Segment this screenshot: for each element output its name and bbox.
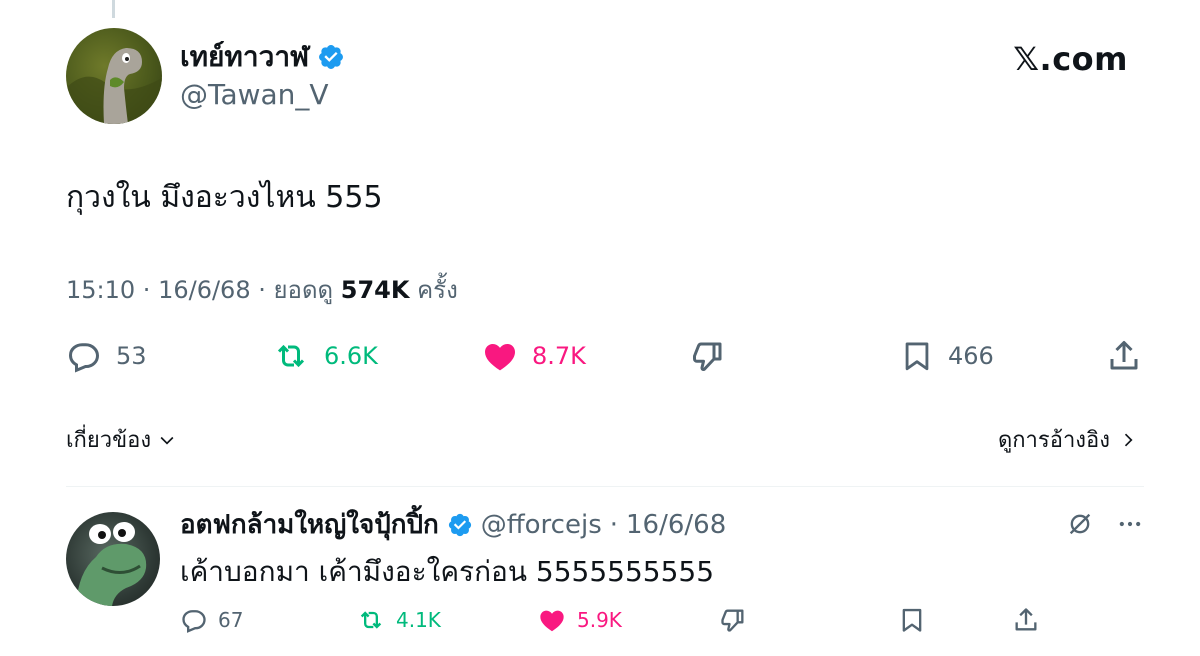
repost-count: 6.6K: [324, 342, 378, 370]
reply-repost-count: 4.1K: [396, 608, 441, 632]
reply-icon: [68, 343, 100, 373]
bookmark-icon: [902, 608, 922, 632]
thumbs-down-icon: [693, 342, 722, 371]
reply-author-name[interactable]: อตฟกล้ามใหญ่ใจปุ้กปิ้ก: [180, 507, 439, 543]
repost-button[interactable]: 6.6K: [272, 338, 378, 374]
tweet-meta: 15:10 · 16/6/68 · ยอดดู 574K ครั้ง: [66, 276, 458, 304]
reply-date[interactable]: 16/6/68: [626, 507, 726, 543]
downvote-button[interactable]: [690, 338, 726, 374]
chevron-right-icon: [1124, 433, 1133, 446]
verified-badge-icon: [319, 45, 344, 69]
reply-author-avatar[interactable]: [66, 512, 160, 606]
tweet-date[interactable]: 16/6/68: [158, 276, 251, 304]
reply-author-handle[interactable]: @fforcejs: [481, 507, 602, 543]
thumbs-down-icon: [721, 609, 744, 632]
share-button[interactable]: [1106, 338, 1142, 374]
views-suffix: ครั้ง: [417, 276, 458, 304]
reply-icon: [182, 610, 206, 633]
related-label: เกี่ยวข้อง: [66, 428, 152, 453]
repost-icon: [277, 344, 305, 368]
x-brand-logo: 𝕏.com: [1013, 40, 1128, 78]
thread-connector-line: [112, 0, 115, 18]
heart-filled-icon: [485, 344, 515, 371]
dinosaur-avatar-image: [66, 48, 162, 124]
grok-icon[interactable]: [1066, 510, 1094, 538]
author-display-name[interactable]: เทย์ทาวาฬ: [180, 40, 309, 74]
related-dropdown[interactable]: เกี่ยวข้อง: [66, 422, 177, 457]
reply-bookmark-button[interactable]: [898, 606, 926, 634]
bookmark-button[interactable]: 466: [900, 338, 994, 374]
chevron-down-icon: [160, 436, 174, 445]
see-quotes-link[interactable]: ดูการอ้างอิง: [998, 422, 1138, 457]
views-count: 574K: [340, 276, 410, 304]
like-count: 8.7K: [532, 342, 586, 370]
repost-icon: [360, 611, 382, 629]
author-name-row: เทย์ทาวาฬ: [180, 40, 345, 74]
like-button[interactable]: 8.7K: [482, 338, 586, 374]
share-icon: [1110, 341, 1138, 370]
reply-reply-button[interactable]: 67: [180, 606, 243, 634]
reply-text: เค้าบอกมา เค้ามึงอะใครก่อน 5555555555: [180, 555, 715, 588]
tweet-text: กุวงใน มึงอะวงไหน 555: [66, 180, 383, 215]
reply-tools: [1066, 510, 1144, 538]
author-handle[interactable]: @Tawan_V: [180, 78, 329, 112]
reply-share-button[interactable]: [1012, 606, 1040, 634]
section-divider: [66, 486, 1144, 487]
bookmark-icon: [905, 342, 929, 371]
reply-button[interactable]: 53: [66, 338, 147, 374]
see-quotes-label: ดูการอ้างอิง: [997, 428, 1110, 453]
reply-repost-button[interactable]: 4.1K: [356, 606, 441, 634]
reply-count: 53: [116, 342, 147, 370]
reply-like-count: 5.9K: [577, 608, 622, 632]
reply-reply-count: 67: [218, 608, 244, 632]
author-avatar[interactable]: [66, 28, 162, 124]
share-icon: [1015, 608, 1037, 631]
reply-header: อตฟกล้ามใหญ่ใจปุ้กปิ้ก @fforcejs · 16/6/…: [180, 507, 726, 543]
reply-downvote-button[interactable]: [718, 606, 748, 634]
tweet-time[interactable]: 15:10: [66, 276, 135, 304]
heart-filled-icon: [540, 610, 564, 632]
verified-badge-icon: [448, 513, 471, 537]
more-options-icon[interactable]: [1116, 510, 1144, 538]
reply-like-button[interactable]: 5.9K: [537, 606, 622, 634]
bookmark-count: 466: [948, 342, 994, 370]
frog-avatar-image: [76, 522, 147, 606]
views-prefix: ยอดดู: [273, 276, 334, 304]
